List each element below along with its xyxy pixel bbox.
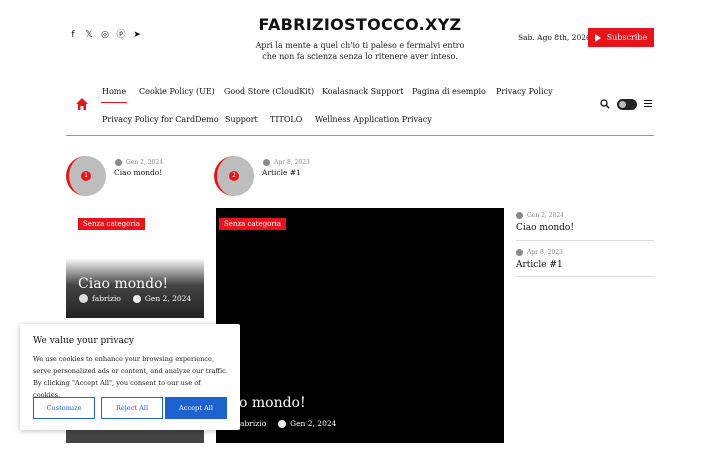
nav-item-good-store[interactable]: Good Store (CloudKit) <box>224 87 314 96</box>
subscribe-button[interactable]: Subscribe <box>588 28 654 47</box>
featured-title-1[interactable]: Ciao mondo! <box>114 168 162 177</box>
header-divider <box>66 135 654 136</box>
sidebar-divider <box>516 240 654 241</box>
clock-icon <box>132 294 141 303</box>
nav-item-privacy-policy[interactable]: Privacy Policy <box>496 87 553 96</box>
nav-item-support[interactable]: Support <box>225 115 258 124</box>
sidebar-divider <box>516 276 654 277</box>
active-nav-underline <box>101 102 127 103</box>
home-icon[interactable] <box>75 97 89 111</box>
nav-item-titolo[interactable]: TITOLO <box>270 115 302 124</box>
category-badge[interactable]: Senza categoria <box>219 218 287 230</box>
featured-number-2: 2 <box>229 171 239 181</box>
post-author[interactable]: abrizio <box>240 419 266 428</box>
cookie-text: We use cookies to enhance your browsing … <box>33 355 228 399</box>
clock-icon <box>516 249 523 256</box>
dark-mode-toggle[interactable] <box>617 99 637 110</box>
cookie-title: We value your privacy <box>33 336 134 346</box>
featured-date-2: Apr 8, 2023 <box>274 159 310 166</box>
clock-icon <box>263 159 270 166</box>
sidebar-post-title-1[interactable]: Ciao mondo! <box>516 223 574 233</box>
site-tagline: Apri la mente a quel ch'io ti paleso e f… <box>255 41 465 61</box>
sidebar-post-date-2: Apr 8, 2023 <box>527 249 563 256</box>
nav-item-cookie-policy[interactable]: Cookie Policy (UE) <box>139 87 215 96</box>
post-card-main-meta: abrizio Gen 2, 2024 <box>240 419 336 428</box>
reject-all-button[interactable]: Reject All <box>101 397 163 419</box>
nav-item-home[interactable]: Home <box>102 87 126 96</box>
nav-item-wellness-privacy[interactable]: Wellness Application Privacy <box>315 115 432 124</box>
play-icon <box>594 33 601 42</box>
search-icon[interactable] <box>600 99 610 109</box>
post-card-main-title[interactable]: o mondo! <box>239 395 306 411</box>
nav-item-privacy-policy-carddemo[interactable]: Privacy Policy for CardDemo <box>102 115 219 124</box>
post-date: Gen 2, 2024 <box>290 419 337 428</box>
nav-item-koalasnack-support[interactable]: Koalasnack Support <box>322 87 403 96</box>
toggle-knob <box>619 101 626 108</box>
clock-icon <box>278 419 287 428</box>
post-date: Gen 2, 2024 <box>144 294 192 303</box>
header-date: Sab. Ago 8th, 2026 <box>518 33 591 42</box>
clock-icon <box>115 159 122 166</box>
post-author[interactable]: fabrizio <box>92 294 121 303</box>
subscribe-label: Subscribe <box>606 33 648 42</box>
category-badge[interactable]: Senza categoria <box>78 218 146 230</box>
cookie-consent-banner: We value your privacy We use cookies to … <box>20 324 240 430</box>
featured-title-2[interactable]: Article #1 <box>262 168 301 177</box>
sidebar-post-title-2[interactable]: Article #1 <box>516 260 563 270</box>
nav-item-pagina-di-esempio[interactable]: Pagina di esempio <box>412 87 486 96</box>
author-avatar <box>79 294 88 303</box>
menu-icon[interactable] <box>644 100 652 108</box>
post-card-left-meta: fabrizio Gen 2, 2024 <box>79 294 191 303</box>
customize-button[interactable]: Customize <box>33 397 95 419</box>
sidebar-post-date-1: Gen 2, 2024 <box>527 212 565 219</box>
post-card-left-title[interactable]: Ciao mondo! <box>78 276 168 292</box>
clock-icon <box>516 212 523 219</box>
accept-all-button[interactable]: Accept All <box>165 397 227 419</box>
featured-number-1: 1 <box>81 171 91 181</box>
featured-date-1: Gen 2, 2024 <box>126 159 164 166</box>
